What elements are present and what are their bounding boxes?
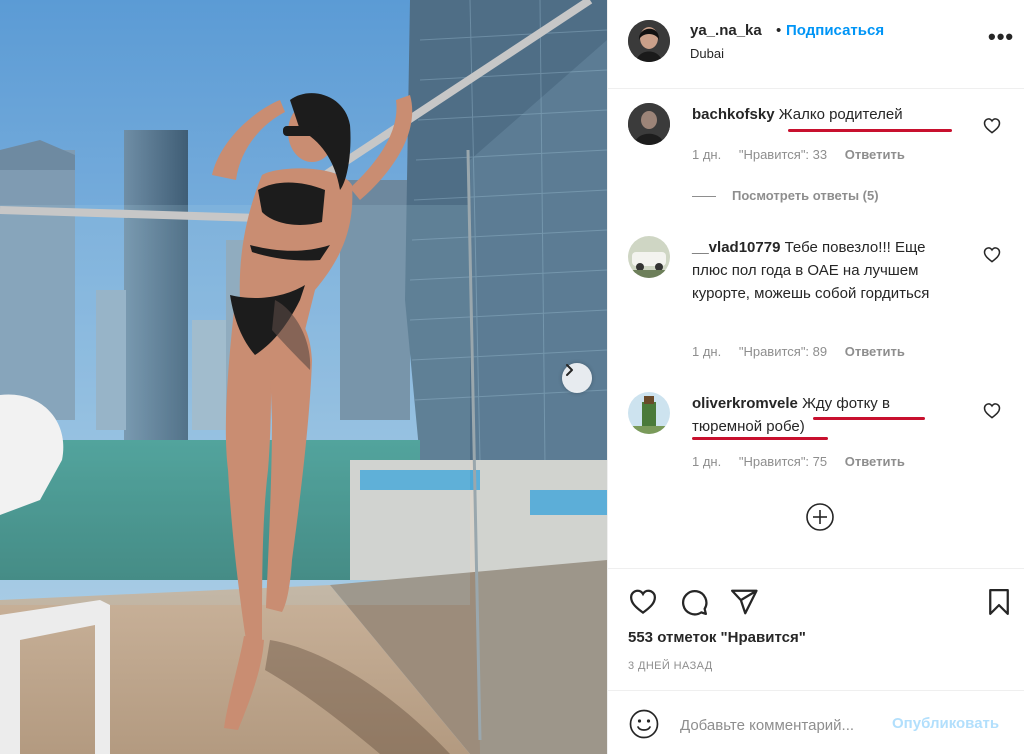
comment-body: __vlad10779 Тебе повезло!!! Еще плюс пол… bbox=[692, 236, 962, 305]
heart-icon[interactable] bbox=[982, 245, 1002, 265]
comment-username[interactable]: oliverkromvele bbox=[692, 395, 798, 412]
post-photo[interactable] bbox=[0, 0, 607, 754]
add-comment-bar: Опубликовать bbox=[608, 690, 1024, 755]
publish-button[interactable]: Опубликовать bbox=[892, 715, 999, 732]
view-replies-label: Посмотреть ответы (5) bbox=[732, 188, 879, 203]
reply-button[interactable]: Ответить bbox=[845, 147, 905, 162]
annotation-underline bbox=[813, 417, 925, 420]
plus-circle-icon[interactable] bbox=[805, 502, 835, 532]
emoji-icon[interactable] bbox=[628, 708, 660, 740]
author-username[interactable]: ya_.na_ka bbox=[690, 22, 762, 39]
comment-body: oliverkromvele Жду фотку в тюремной робе… bbox=[692, 392, 962, 438]
comment-text: Жалко родителей bbox=[778, 106, 903, 123]
commenter-avatar[interactable] bbox=[628, 236, 670, 278]
likes-count[interactable]: 553 отметок "Нравится" bbox=[628, 629, 806, 646]
post-timestamp[interactable]: 3 ДНЕЙ НАЗАД bbox=[628, 660, 713, 672]
comment-meta: 1 дн. "Нравится": 89 Ответить bbox=[692, 344, 919, 359]
annotation-underline bbox=[788, 129, 952, 132]
comment-likes[interactable]: "Нравится": 75 bbox=[739, 454, 827, 469]
replies-dash bbox=[692, 196, 716, 198]
chevron-right-icon bbox=[566, 364, 573, 376]
post-header: ya_.na_ka • Подписаться Dubai ••• bbox=[608, 0, 1024, 89]
comment-likes[interactable]: "Нравится": 89 bbox=[739, 344, 827, 359]
comment-body: bachkofsky Жалко родителей bbox=[692, 103, 962, 126]
heart-icon[interactable] bbox=[982, 116, 1002, 136]
post-location[interactable]: Dubai bbox=[690, 46, 724, 61]
reply-button[interactable]: Ответить bbox=[845, 344, 905, 359]
comment-icon[interactable] bbox=[679, 587, 709, 617]
more-dots-icon[interactable]: ••• bbox=[988, 26, 1014, 48]
carousel-next-button[interactable] bbox=[562, 363, 592, 393]
comment-username[interactable]: bachkofsky bbox=[692, 106, 775, 123]
reply-button[interactable]: Ответить bbox=[845, 454, 905, 469]
follow-button[interactable]: Подписаться bbox=[786, 22, 884, 39]
bookmark-icon[interactable] bbox=[984, 587, 1014, 617]
comment-likes[interactable]: "Нравится": 33 bbox=[739, 147, 827, 162]
commenter-avatar[interactable] bbox=[628, 392, 670, 434]
heart-icon[interactable] bbox=[628, 587, 658, 617]
comment-time[interactable]: 1 дн. bbox=[692, 147, 721, 162]
comment-time[interactable]: 1 дн. bbox=[692, 344, 721, 359]
annotation-underline bbox=[692, 437, 828, 440]
heart-icon[interactable] bbox=[982, 401, 1002, 421]
view-replies-button[interactable]: Посмотреть ответы (5) bbox=[692, 188, 879, 203]
post-side-panel: ya_.na_ka • Подписаться Dubai ••• bachko… bbox=[607, 0, 1024, 754]
post-actions: 553 отметок "Нравится" 3 ДНЕЙ НАЗАД bbox=[608, 568, 1024, 689]
author-avatar[interactable] bbox=[628, 20, 670, 62]
comment-time[interactable]: 1 дн. bbox=[692, 454, 721, 469]
photo-illustration bbox=[0, 0, 607, 754]
separator-dot: • bbox=[776, 22, 782, 39]
comment-meta: 1 дн. "Нравится": 75 Ответить bbox=[692, 454, 919, 469]
comment-username[interactable]: __vlad10779 bbox=[692, 239, 780, 256]
commenter-avatar[interactable] bbox=[628, 103, 670, 145]
share-icon[interactable] bbox=[729, 587, 759, 617]
comment-meta: 1 дн. "Нравится": 33 Ответить bbox=[692, 147, 919, 162]
comment-input[interactable] bbox=[678, 711, 892, 739]
